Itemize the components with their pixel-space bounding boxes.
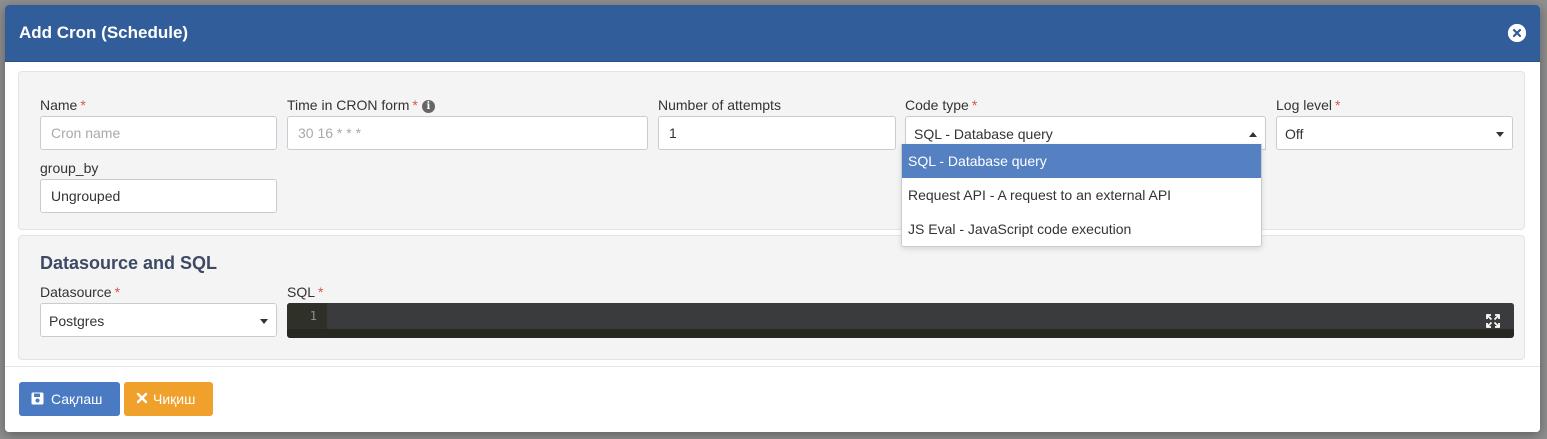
log-level-label: Log level * [1276, 97, 1341, 113]
exit-button[interactable]: Чиқиш [124, 382, 213, 416]
name-input[interactable] [40, 116, 277, 150]
code-type-dropdown: SQL - Database query Request API - A req… [901, 144, 1262, 247]
exit-label: Чиқиш [153, 391, 196, 407]
modal-title: Add Cron (Schedule) [19, 23, 189, 42]
section-title: Datasource and SQL [40, 253, 218, 273]
cron-settings-panel: Name* Time in CRON form*i Number of atte… [18, 71, 1525, 230]
close-icon [1508, 24, 1526, 42]
group-by-input[interactable] [40, 179, 277, 213]
modal-header: Add Cron (Schedule) [5, 5, 1540, 62]
chevron-down-icon [260, 319, 268, 324]
attempts-label: Number of attempts [658, 97, 781, 113]
expand-icon[interactable] [1486, 314, 1500, 328]
datasource-label: Datasource * [40, 284, 121, 300]
datasource-panel: Datasource and SQL Datasource * Postgres … [18, 235, 1525, 360]
datasource-select[interactable]: Postgres [40, 303, 277, 337]
editor-active-line[interactable] [327, 303, 1514, 329]
close-button[interactable] [1508, 24, 1526, 42]
info-icon[interactable]: i [421, 100, 435, 113]
modal-footer: Сақлаш Чиқиш [5, 366, 1540, 432]
code-type-label: Code type * [905, 97, 978, 113]
chevron-down-icon [1496, 132, 1504, 137]
times-icon [136, 392, 148, 404]
line-number: 1 [287, 303, 327, 329]
datasource-value: Postgres [49, 313, 105, 329]
save-icon [31, 392, 44, 405]
group-by-label: group_by [40, 160, 99, 176]
attempts-input[interactable] [658, 116, 896, 150]
log-level-select[interactable]: Off [1276, 116, 1513, 150]
chevron-up-icon [1249, 132, 1257, 137]
code-type-option[interactable]: Request API - A request to an external A… [902, 178, 1261, 212]
cron-time-label: Time in CRON form * i [287, 97, 435, 113]
add-cron-modal: Add Cron (Schedule) Name* Time in CRON f… [5, 5, 1540, 432]
name-label: Name * [40, 97, 86, 113]
code-type-option[interactable]: JS Eval - JavaScript code execution [902, 212, 1261, 246]
save-label: Сақлаш [51, 391, 103, 407]
sql-editor[interactable]: 1 [287, 303, 1514, 338]
log-level-value: Off [1285, 126, 1304, 142]
code-type-option[interactable]: SQL - Database query [902, 144, 1261, 178]
code-type-value: SQL - Database query [914, 126, 1053, 142]
save-button[interactable]: Сақлаш [19, 382, 120, 416]
sql-label: SQL * [287, 284, 324, 300]
cron-time-input[interactable] [287, 116, 648, 150]
